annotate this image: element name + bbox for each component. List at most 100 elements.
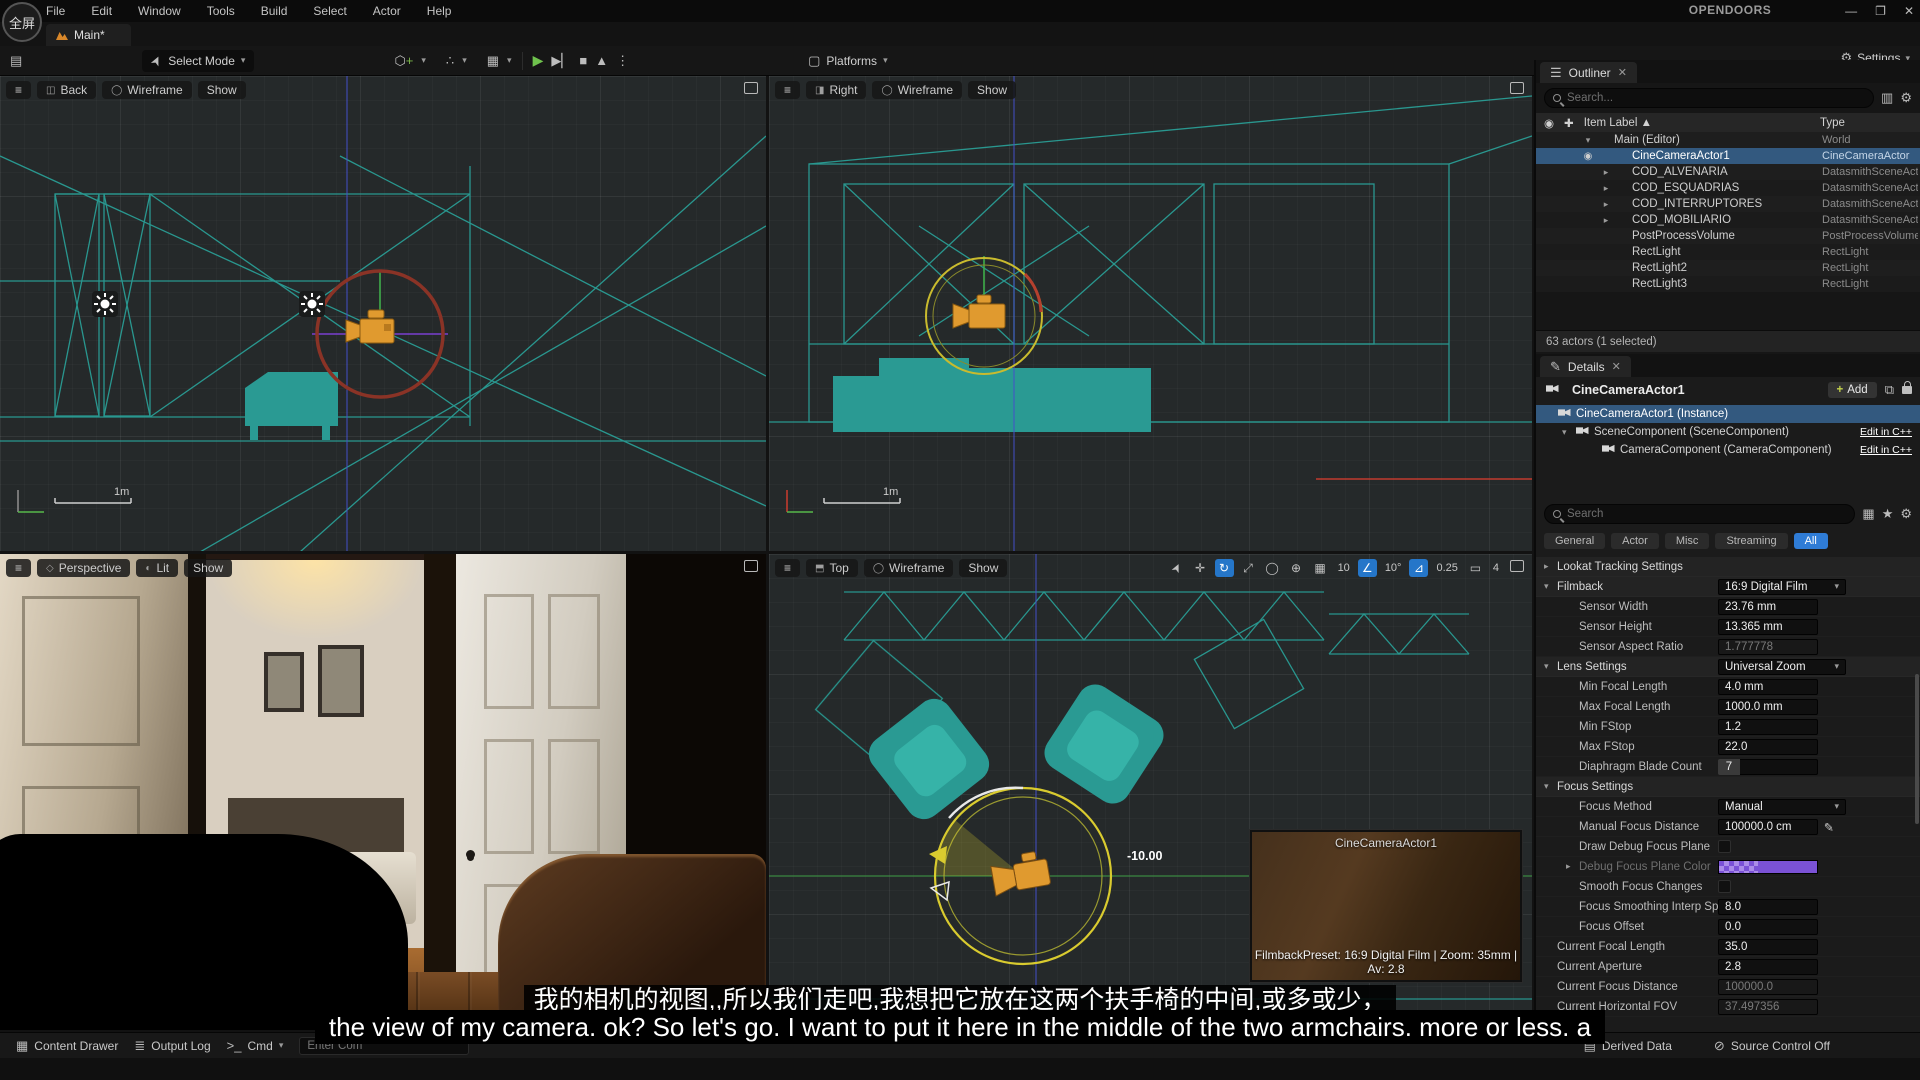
outliner-row[interactable]: ◉ COD_INTERRUPTORES DatasmithSceneActor — [1536, 196, 1920, 212]
expand-arrow-icon[interactable] — [1600, 183, 1612, 194]
show-dropdown[interactable]: Show — [959, 559, 1007, 577]
component-row[interactable]: CineCameraActor1 (Instance) — [1536, 405, 1920, 423]
component-row[interactable]: CameraComponent (CameraComponent) Edit i… — [1536, 441, 1920, 459]
world-coordinate-icon[interactable]: ◯ — [1263, 559, 1282, 577]
filter-pill[interactable]: All — [1794, 533, 1828, 549]
eyedropper-icon[interactable]: ✐ — [1821, 821, 1835, 831]
pin-column-icon[interactable]: ✚ — [1564, 116, 1574, 130]
outliner-row[interactable]: ◉ PostProcessVolume PostProcessVolume — [1536, 228, 1920, 244]
outliner-row[interactable]: ◉ Main (Editor) World — [1536, 132, 1920, 148]
tab-details[interactable]: ✎ Details ✕ — [1540, 356, 1631, 377]
view-mode-dropdown[interactable]: ◯Wireframe — [864, 559, 954, 577]
filter-pill[interactable]: Actor — [1611, 533, 1659, 549]
details-settings-icon[interactable]: ⚙ — [1900, 506, 1912, 522]
browse-blueprint-icon[interactable]: ⧉ — [1885, 382, 1894, 398]
viewport-perspective[interactable]: ≡ ◇Perspective ◐Lit Show — [0, 554, 766, 1030]
viewport-menu-button[interactable]: ≡ — [6, 81, 31, 99]
edit-in-cpp-link[interactable]: Edit in C++ — [1860, 426, 1912, 438]
lock-icon[interactable] — [1902, 386, 1912, 394]
add-actor-icon[interactable]: ⬡+ — [394, 53, 413, 69]
minimize-button[interactable]: — — [1845, 4, 1857, 18]
skip-button[interactable]: ▶▏ — [551, 53, 571, 69]
menu-item[interactable]: Actor — [373, 4, 401, 18]
property-dropdown[interactable]: Manual▾ — [1718, 799, 1846, 815]
maximize-viewport-icon[interactable] — [1510, 82, 1524, 94]
rotation-snap-icon[interactable]: ∠ — [1358, 559, 1377, 577]
outliner-search-input[interactable] — [1567, 92, 1865, 104]
edit-in-cpp-link[interactable]: Edit in C++ — [1860, 444, 1912, 456]
rotation-snap-value[interactable]: 10° — [1382, 562, 1405, 574]
expand-arrow-icon[interactable] — [1562, 427, 1574, 438]
expand-arrow-icon[interactable] — [1544, 561, 1557, 572]
expand-arrow-icon[interactable] — [1600, 167, 1612, 178]
cinematics-icon[interactable]: ▦ — [487, 53, 499, 69]
outliner-row[interactable]: ◉ RectLight3 RectLight — [1536, 276, 1920, 292]
maximize-viewport-icon[interactable] — [744, 82, 758, 94]
viewport-menu-button[interactable]: ≡ — [6, 559, 31, 577]
item-label-column[interactable]: Item Label ▲ — [1584, 117, 1652, 129]
outliner-row[interactable]: ◉ RectLight2 RectLight — [1536, 260, 1920, 276]
scale-tool-icon[interactable]: ⤢ — [1239, 559, 1258, 577]
property-slider[interactable]: 7 — [1718, 759, 1818, 775]
component-row[interactable]: SceneComponent (SceneComponent) Edit in … — [1536, 423, 1920, 441]
viewport-top[interactable]: -10.00 CineCameraActor1 FilmbackPreset: … — [769, 554, 1532, 1030]
property-input[interactable]: 13.365 mm — [1718, 619, 1818, 635]
maximize-viewport-icon[interactable] — [1510, 560, 1524, 572]
add-component-button[interactable]: +Add — [1828, 382, 1877, 398]
property-input[interactable]: 2.8 — [1718, 959, 1818, 975]
grid-snap-icon[interactable]: ▦ — [1311, 559, 1330, 577]
viewport-menu-button[interactable]: ≡ — [775, 559, 800, 577]
display-options-icon[interactable]: ▦ — [1862, 506, 1874, 522]
view-direction-dropdown[interactable]: ⬒Top — [806, 559, 858, 577]
property-input[interactable]: 8.0 — [1718, 899, 1818, 915]
viewport-menu-button[interactable]: ≡ — [775, 81, 800, 99]
property-input[interactable]: 1.2 — [1718, 719, 1818, 735]
close-tab-icon[interactable]: ✕ — [1618, 66, 1627, 79]
outliner-row[interactable]: ◉ CineCameraActor1 CineCameraActor — [1536, 148, 1920, 164]
property-checkbox[interactable] — [1718, 880, 1731, 893]
expand-arrow-icon[interactable] — [1544, 661, 1557, 672]
property-input[interactable]: 4.0 mm — [1718, 679, 1818, 695]
menu-item[interactable]: Edit — [91, 4, 112, 18]
property-input[interactable]: 22.0 — [1718, 739, 1818, 755]
color-swatch[interactable] — [1718, 860, 1818, 874]
select-tool-icon[interactable]: ➤ — [1164, 556, 1188, 581]
favorites-icon[interactable]: ★ — [1882, 506, 1894, 522]
property-input[interactable]: 0.0 — [1718, 919, 1818, 935]
view-mode-dropdown[interactable]: ◯Wireframe — [102, 81, 192, 99]
scale-snap-icon[interactable]: ⊿ — [1409, 559, 1428, 577]
play-options-icon[interactable]: ⋮ — [616, 53, 629, 69]
stop-button[interactable]: ■ — [579, 53, 587, 68]
outliner-row[interactable]: ◉ RectLight RectLight — [1536, 244, 1920, 260]
property-input[interactable]: 23.76 mm — [1718, 599, 1818, 615]
viewport-back[interactable]: 1m ≡ ◫Back ◯Wireframe Show — [0, 76, 766, 551]
eject-button[interactable]: ▲ — [595, 53, 608, 68]
expand-arrow-icon[interactable] — [1600, 199, 1612, 210]
view-direction-dropdown[interactable]: ◨Right — [806, 81, 866, 99]
play-button[interactable]: ▶ — [533, 52, 544, 69]
camera-speed-value[interactable]: 4 — [1490, 562, 1502, 574]
property-input[interactable]: 100000.0 cm — [1718, 819, 1818, 835]
blueprints-icon[interactable]: ∴ — [446, 53, 454, 69]
expand-arrow-icon[interactable] — [1600, 215, 1612, 226]
move-tool-icon[interactable]: ✛ — [1191, 559, 1210, 577]
grid-snap-value[interactable]: 10 — [1335, 562, 1353, 574]
menu-item[interactable]: Tools — [207, 4, 235, 18]
menu-item[interactable]: File — [46, 4, 65, 18]
maximize-button[interactable]: ❐ — [1875, 4, 1886, 18]
expand-arrow-icon[interactable] — [1582, 135, 1594, 146]
view-mode-dropdown[interactable]: ◐Lit — [136, 559, 178, 577]
save-icon[interactable]: ▤ — [10, 53, 22, 69]
close-button[interactable]: ✕ — [1904, 4, 1914, 18]
details-search-input[interactable] — [1567, 508, 1846, 520]
expand-arrow-icon[interactable] — [1544, 581, 1557, 592]
menu-item[interactable]: Select — [313, 4, 346, 18]
expand-arrow-icon[interactable] — [1566, 861, 1579, 872]
menu-item[interactable]: Help — [427, 4, 452, 18]
details-scrollbar[interactable] — [1915, 674, 1919, 824]
scale-snap-value[interactable]: 0.25 — [1433, 562, 1460, 574]
menu-item[interactable]: Window — [138, 4, 181, 18]
type-column[interactable]: Type — [1820, 117, 1912, 129]
view-direction-dropdown[interactable]: ◫Back — [37, 81, 96, 99]
property-input[interactable]: 1000.0 mm — [1718, 699, 1818, 715]
